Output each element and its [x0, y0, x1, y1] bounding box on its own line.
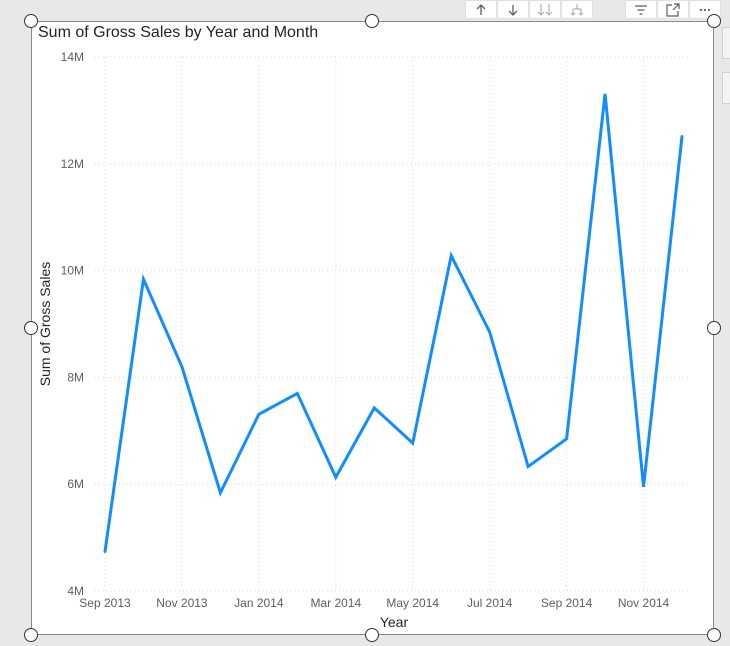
- series-line[interactable]: [103, 93, 684, 553]
- resize-handle-top-left[interactable]: [24, 14, 38, 28]
- resize-handle-top[interactable]: [365, 14, 379, 28]
- y-tick-label: 12M: [61, 157, 84, 171]
- resize-handle-top-right[interactable]: [707, 14, 721, 28]
- line-chart: 4M6M8M10M12M14M Sep 2013 Nov 2013 Jan 2014…: [37, 50, 690, 630]
- resize-handle-bottom-left[interactable]: [24, 628, 38, 642]
- x-tick-label: Sep 2014: [541, 596, 593, 610]
- data-point[interactable]: [103, 549, 108, 554]
- x-tick-label: Jul 2014: [467, 596, 513, 610]
- x-axis-title: Year: [380, 614, 409, 630]
- x-tick-label: May 2014: [386, 596, 439, 610]
- y-tick-label: 6M: [67, 477, 84, 491]
- x-tick-label: Jan 2014: [234, 596, 284, 610]
- data-point[interactable]: [680, 134, 685, 139]
- x-tick-label: Nov 2014: [618, 596, 670, 610]
- y-tick-label: 10M: [61, 264, 84, 278]
- x-axis-ticks: Sep 2013 Nov 2013 Jan 2014 Mar 2014 May 2014…: [79, 596, 669, 610]
- data-point[interactable]: [333, 475, 338, 480]
- data-point[interactable]: [372, 405, 377, 410]
- data-point[interactable]: [603, 91, 608, 96]
- y-tick-label: 14M: [61, 50, 84, 64]
- y-axis-ticks: 4M6M8M10M12M14M: [61, 50, 84, 598]
- data-point[interactable]: [410, 441, 415, 446]
- data-point[interactable]: [487, 330, 492, 335]
- x-tick-label: Mar 2014: [310, 596, 361, 610]
- series-layer: [103, 91, 685, 554]
- data-point[interactable]: [295, 391, 300, 396]
- data-point[interactable]: [526, 464, 531, 469]
- resize-handle-bottom[interactable]: [365, 628, 379, 642]
- data-point[interactable]: [564, 436, 569, 441]
- data-point[interactable]: [641, 484, 646, 489]
- data-point[interactable]: [141, 277, 146, 282]
- data-point[interactable]: [449, 253, 454, 258]
- y-axis-title: Sum of Gross Sales: [37, 262, 53, 387]
- data-point[interactable]: [179, 364, 184, 369]
- resize-handle-bottom-right[interactable]: [707, 628, 721, 642]
- resize-handle-left[interactable]: [24, 321, 38, 335]
- resize-handle-right[interactable]: [707, 321, 721, 335]
- x-tick-label: Nov 2013: [156, 596, 208, 610]
- data-point[interactable]: [218, 490, 223, 495]
- x-tick-label: Sep 2013: [79, 596, 131, 610]
- data-point[interactable]: [256, 412, 261, 417]
- y-tick-label: 8M: [67, 370, 84, 384]
